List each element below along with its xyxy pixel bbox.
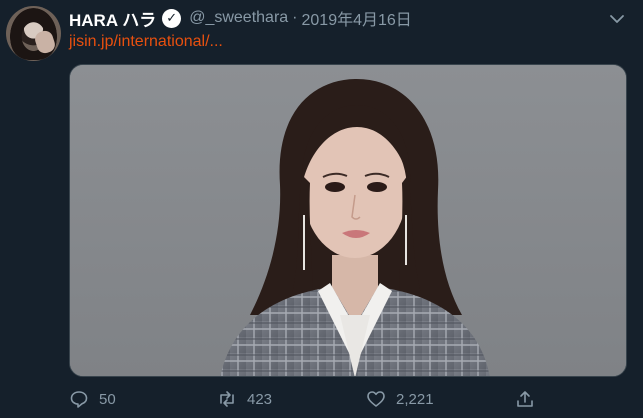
avatar[interactable] xyxy=(6,6,61,61)
tweet-date[interactable]: 2019年4月16日 xyxy=(302,6,412,30)
author-name[interactable]: HARA ハラ xyxy=(69,6,156,31)
tweet-actions: 50 423 2,221 xyxy=(69,386,629,412)
like-icon xyxy=(367,391,385,407)
author-handle[interactable]: @_sweethara xyxy=(189,9,288,27)
retweet-button[interactable]: 423 xyxy=(217,386,272,412)
retweet-icon xyxy=(220,391,234,407)
share-button[interactable] xyxy=(515,386,535,412)
retweet-count: 423 xyxy=(247,390,273,408)
reply-button[interactable]: 50 xyxy=(69,386,116,412)
verified-check-icon: ✓ xyxy=(162,8,182,28)
separator-dot: · xyxy=(292,9,298,26)
reply-icon xyxy=(70,391,88,408)
chevron-down-icon[interactable] xyxy=(608,10,626,28)
tweet-header: HARA ハラ ✓ @_sweethara · 2019年4月16日 xyxy=(69,6,412,31)
tweet-link[interactable]: jisin.jp/international/... xyxy=(69,33,223,51)
like-button[interactable]: 2,221 xyxy=(366,386,434,412)
share-icon xyxy=(517,391,533,407)
portrait-illustration xyxy=(70,65,626,376)
like-count: 2,221 xyxy=(396,390,434,408)
tweet: HARA ハラ ✓ @_sweethara · 2019年4月16日 jisin… xyxy=(0,0,643,418)
reply-count: 50 xyxy=(99,390,116,408)
tweet-media-photo[interactable] xyxy=(69,64,627,377)
